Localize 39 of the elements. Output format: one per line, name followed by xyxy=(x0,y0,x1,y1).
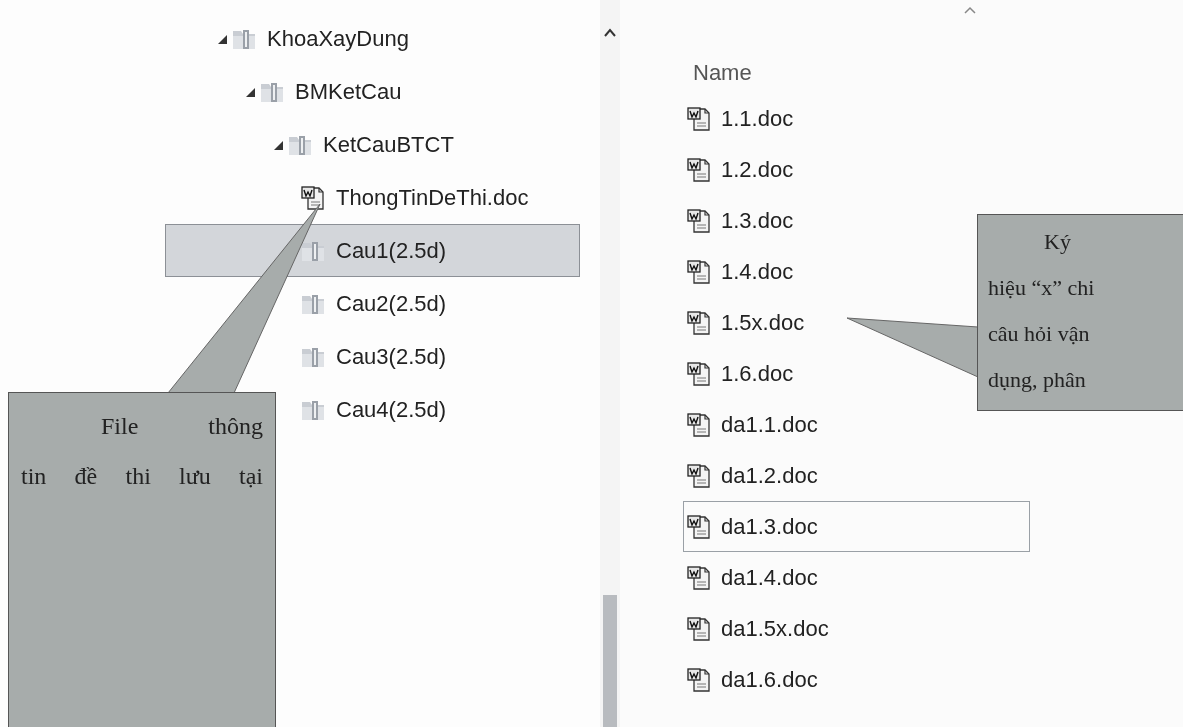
document-icon xyxy=(686,666,712,693)
document-icon xyxy=(686,207,712,234)
document-icon xyxy=(686,156,712,183)
tree-item[interactable]: Cau3(2.5d) xyxy=(165,330,580,383)
tree-item[interactable]: KhoaXayDung xyxy=(165,12,580,65)
file-row[interactable]: da1.5x.doc xyxy=(683,603,834,654)
document-icon xyxy=(686,411,712,438)
document-icon xyxy=(300,184,326,211)
file-row[interactable]: da1.2.doc xyxy=(683,450,823,501)
document-icon xyxy=(686,105,712,132)
file-row[interactable]: 1.5x.doc xyxy=(683,297,810,348)
file-row[interactable]: da1.4.doc xyxy=(683,552,823,603)
tree-item[interactable]: KetCauBTCT xyxy=(165,118,580,171)
tree-item[interactable]: Cau2(2.5d) xyxy=(165,277,580,330)
file-row[interactable]: da1.6.doc xyxy=(683,654,823,705)
scroll-up-icon[interactable] xyxy=(603,28,617,38)
tree-item[interactable]: Cau1(2.5d) xyxy=(165,224,580,277)
file-row[interactable]: 1.6.doc xyxy=(683,348,799,399)
document-icon xyxy=(686,615,712,642)
file-row[interactable]: da1.3.doc xyxy=(683,501,1030,552)
scrollbar-thumb[interactable] xyxy=(603,595,617,727)
file-row[interactable]: da1.1.doc xyxy=(683,399,823,450)
callout-note: File thông tin đề thi lưu tại xyxy=(8,392,276,727)
file-row[interactable]: 1.4.doc xyxy=(683,246,799,297)
file-row[interactable]: 1.1.doc xyxy=(683,93,799,144)
document-icon xyxy=(686,462,712,489)
scrollbar[interactable] xyxy=(600,0,620,727)
callout-note: Ký hiệu “x” chi câu hỏi vận dụng, phân xyxy=(977,214,1183,411)
tree-item[interactable]: ThongTinDeThi.doc xyxy=(165,171,580,224)
document-icon xyxy=(686,258,712,285)
file-row[interactable]: 1.3.doc xyxy=(683,195,799,246)
column-header[interactable]: Name xyxy=(693,56,752,89)
document-icon xyxy=(686,309,712,336)
sort-caret-icon xyxy=(964,6,976,14)
file-row[interactable]: 1.2.doc xyxy=(683,144,799,195)
document-icon xyxy=(686,513,712,540)
tree-item[interactable]: BMKetCau xyxy=(165,65,580,118)
document-icon xyxy=(686,564,712,591)
document-icon xyxy=(686,360,712,387)
